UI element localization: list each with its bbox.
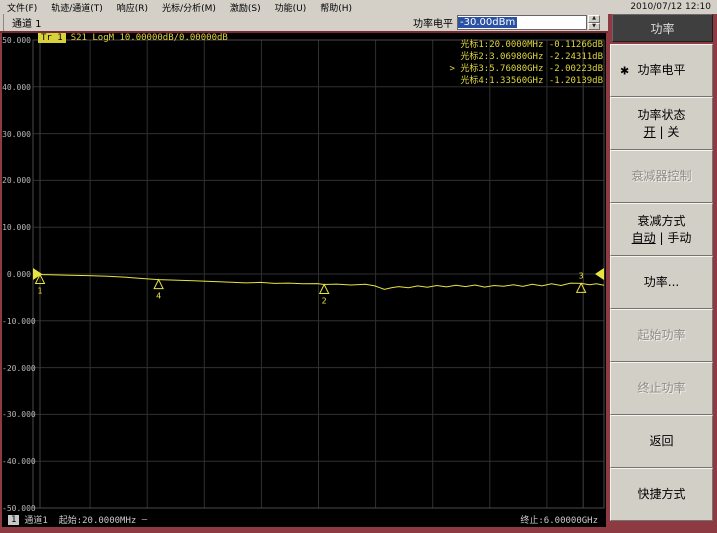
- softkey-panel-header: 功率: [612, 14, 713, 42]
- y-axis-tick-label: 0.000: [6, 270, 31, 279]
- power-level-label: 功率电平: [413, 19, 453, 30]
- menu-bar: 文件(F) 轨迹/通道(T) 响应(R) 光标/分析(M) 激励(S) 功能(U) 帮助(H…: [0, 0, 717, 14]
- softkey-label: 起始功率: [637, 328, 686, 342]
- vna-application-window: 文件(F) 轨迹/通道(T) 响应(R) 光标/分析(M) 激励(S) 功能(U) 帮助(H…: [0, 0, 717, 533]
- marker-triangle-2: [318, 283, 330, 294]
- spinner-down-button[interactable]: ▼: [588, 22, 600, 30]
- softkey-label: 功率...: [643, 275, 680, 289]
- status-channel-label: 通道1: [24, 516, 48, 526]
- ref-level-arrow-left: [33, 268, 42, 280]
- menu-item-3[interactable]: 光标/分析(M): [155, 1, 223, 14]
- measurement-screen: 1 4 2 3 Tr 1 S21 LogM 10.00000dB/0.00000dB 5…: [2, 33, 606, 527]
- status-left: 1 通道1 起始:20.0000MHz —: [8, 513, 147, 526]
- marker-number-4: 4: [156, 292, 161, 301]
- menu-item-4[interactable]: 激励(S): [223, 1, 268, 14]
- trace-settings-text: S21 LogM 10.00000dB/0.00000dB: [70, 33, 228, 43]
- softkey-toggle-options: 开 | 关: [643, 124, 680, 139]
- toggle-option: 自动: [631, 230, 656, 245]
- softkey-button-2: 衰减器控制: [610, 150, 713, 203]
- softkey-label: 功率状态: [637, 107, 686, 122]
- softkey-button-6: 终止功率: [610, 362, 713, 415]
- marker-triangle-4: [153, 278, 164, 290]
- trace-plot: 1 4 2 3: [32, 39, 605, 509]
- spinner-up-button[interactable]: ▲: [588, 15, 600, 23]
- trace-badge[interactable]: Tr 1: [38, 33, 66, 43]
- trace-color-dash: —: [141, 514, 148, 525]
- channel-number-badge: 1: [8, 514, 20, 525]
- status-stop-frequency: 终止:6.00000GHz: [520, 516, 598, 526]
- power-level-value: -30.00dBm: [458, 17, 518, 28]
- menu-items: 文件(F) 轨迹/通道(T) 响应(R) 光标/分析(M) 激励(S) 功能(U) 帮助(H…: [0, 1, 359, 14]
- softkey-buttons: ✱ 功率电平功率状态开 | 关衰减器控制衰减方式自动 | 手动 功率... 起始功率终…: [610, 44, 713, 521]
- status-bar: 1 通道1 起始:20.0000MHz — 终止:6.00000GHz: [2, 512, 606, 527]
- toolbar-row: 通道 1 功率电平 -30.00dBm ▲ ▼: [0, 14, 608, 31]
- marker-readout-line: > 光标3:5.76080GHz -2.00223dB: [449, 64, 603, 74]
- y-axis-tick-label: 30.000: [2, 129, 31, 139]
- y-axis-tick-label: 50.000: [2, 36, 31, 45]
- y-axis-tick-label: -30.000: [2, 410, 36, 420]
- softkey-button-0[interactable]: ✱ 功率电平: [610, 44, 713, 97]
- softkey-button-5: 起始功率: [610, 309, 713, 362]
- toggle-option: 开: [643, 124, 656, 139]
- softkey-label: 衰减器控制: [631, 169, 692, 183]
- softkey-button-3[interactable]: 衰减方式自动 | 手动: [610, 203, 713, 256]
- softkey-panel: 功率 ✱ 功率电平功率状态开 | 关衰减器控制衰减方式自动 | 手动 功率... 起始…: [608, 14, 717, 533]
- menu-item-2[interactable]: 响应(R): [110, 1, 155, 14]
- softkey-label: 终止功率: [637, 381, 686, 395]
- marker-readout-line: 光标4:1.33560GHz -1.20139dB: [460, 76, 603, 86]
- y-axis-tick-label: -10.000: [2, 316, 36, 326]
- marker-number-3: 3: [579, 271, 584, 280]
- softkey-button-8[interactable]: 快捷方式: [610, 468, 713, 521]
- softkey-toggle-options: 自动 | 手动: [631, 230, 692, 245]
- softkey-label: 功率电平: [637, 63, 686, 77]
- datetime-display: 2010/07/12 12:10: [630, 2, 711, 12]
- softkey-label: 返回: [649, 434, 674, 448]
- menu-item-1[interactable]: 轨迹/通道(T): [44, 1, 110, 14]
- trace-header: Tr 1 S21 LogM 10.00000dB/0.00000dB: [38, 33, 228, 43]
- menu-item-6[interactable]: 帮助(H): [313, 1, 359, 14]
- softkey-label: 衰减方式: [637, 213, 686, 228]
- y-axis-tick-label: 40.000: [2, 82, 31, 92]
- marker-readouts: 光标1:20.0000MHz -0.11266dB 光标2:3.06980GHz …: [450, 39, 603, 87]
- softkey-button-1[interactable]: 功率状态开 | 关: [610, 97, 713, 150]
- menu-item-0[interactable]: 文件(F): [0, 1, 44, 14]
- power-level-controls: 功率电平 -30.00dBm ▲ ▼: [413, 15, 608, 30]
- marker-number-1: 1: [37, 287, 42, 296]
- channel-tab[interactable]: 通道 1: [3, 14, 52, 31]
- toggle-option: 关: [667, 124, 680, 139]
- softkey-label: 快捷方式: [637, 487, 686, 501]
- y-axis-tick-label: -20.000: [2, 363, 36, 373]
- y-axis-tick-label: 10.000: [2, 223, 31, 233]
- y-axis-tick-label: -40.000: [2, 457, 36, 467]
- power-level-input[interactable]: -30.00dBm: [457, 15, 587, 30]
- toggle-option: 手动: [667, 230, 692, 245]
- y-axis-tick-label: 20.000: [2, 176, 31, 186]
- active-function-star-icon: ✱: [620, 64, 630, 77]
- status-start-frequency: 起始:20.0000MHz: [58, 516, 137, 526]
- menu-item-5[interactable]: 功能(U): [268, 1, 314, 14]
- marker-readout-line: 光标2:3.06980GHz -2.24311dB: [460, 52, 603, 62]
- ref-level-arrow-right: [595, 268, 604, 280]
- marker-triangle-3: [575, 282, 587, 293]
- marker-readout-line: 光标1:20.0000MHz -0.11266dB: [460, 40, 603, 50]
- softkey-button-4[interactable]: 功率...: [610, 256, 713, 309]
- power-level-stepper: ▲ ▼: [588, 15, 600, 30]
- softkey-button-7[interactable]: 返回: [610, 415, 713, 468]
- marker-number-2: 2: [322, 296, 327, 305]
